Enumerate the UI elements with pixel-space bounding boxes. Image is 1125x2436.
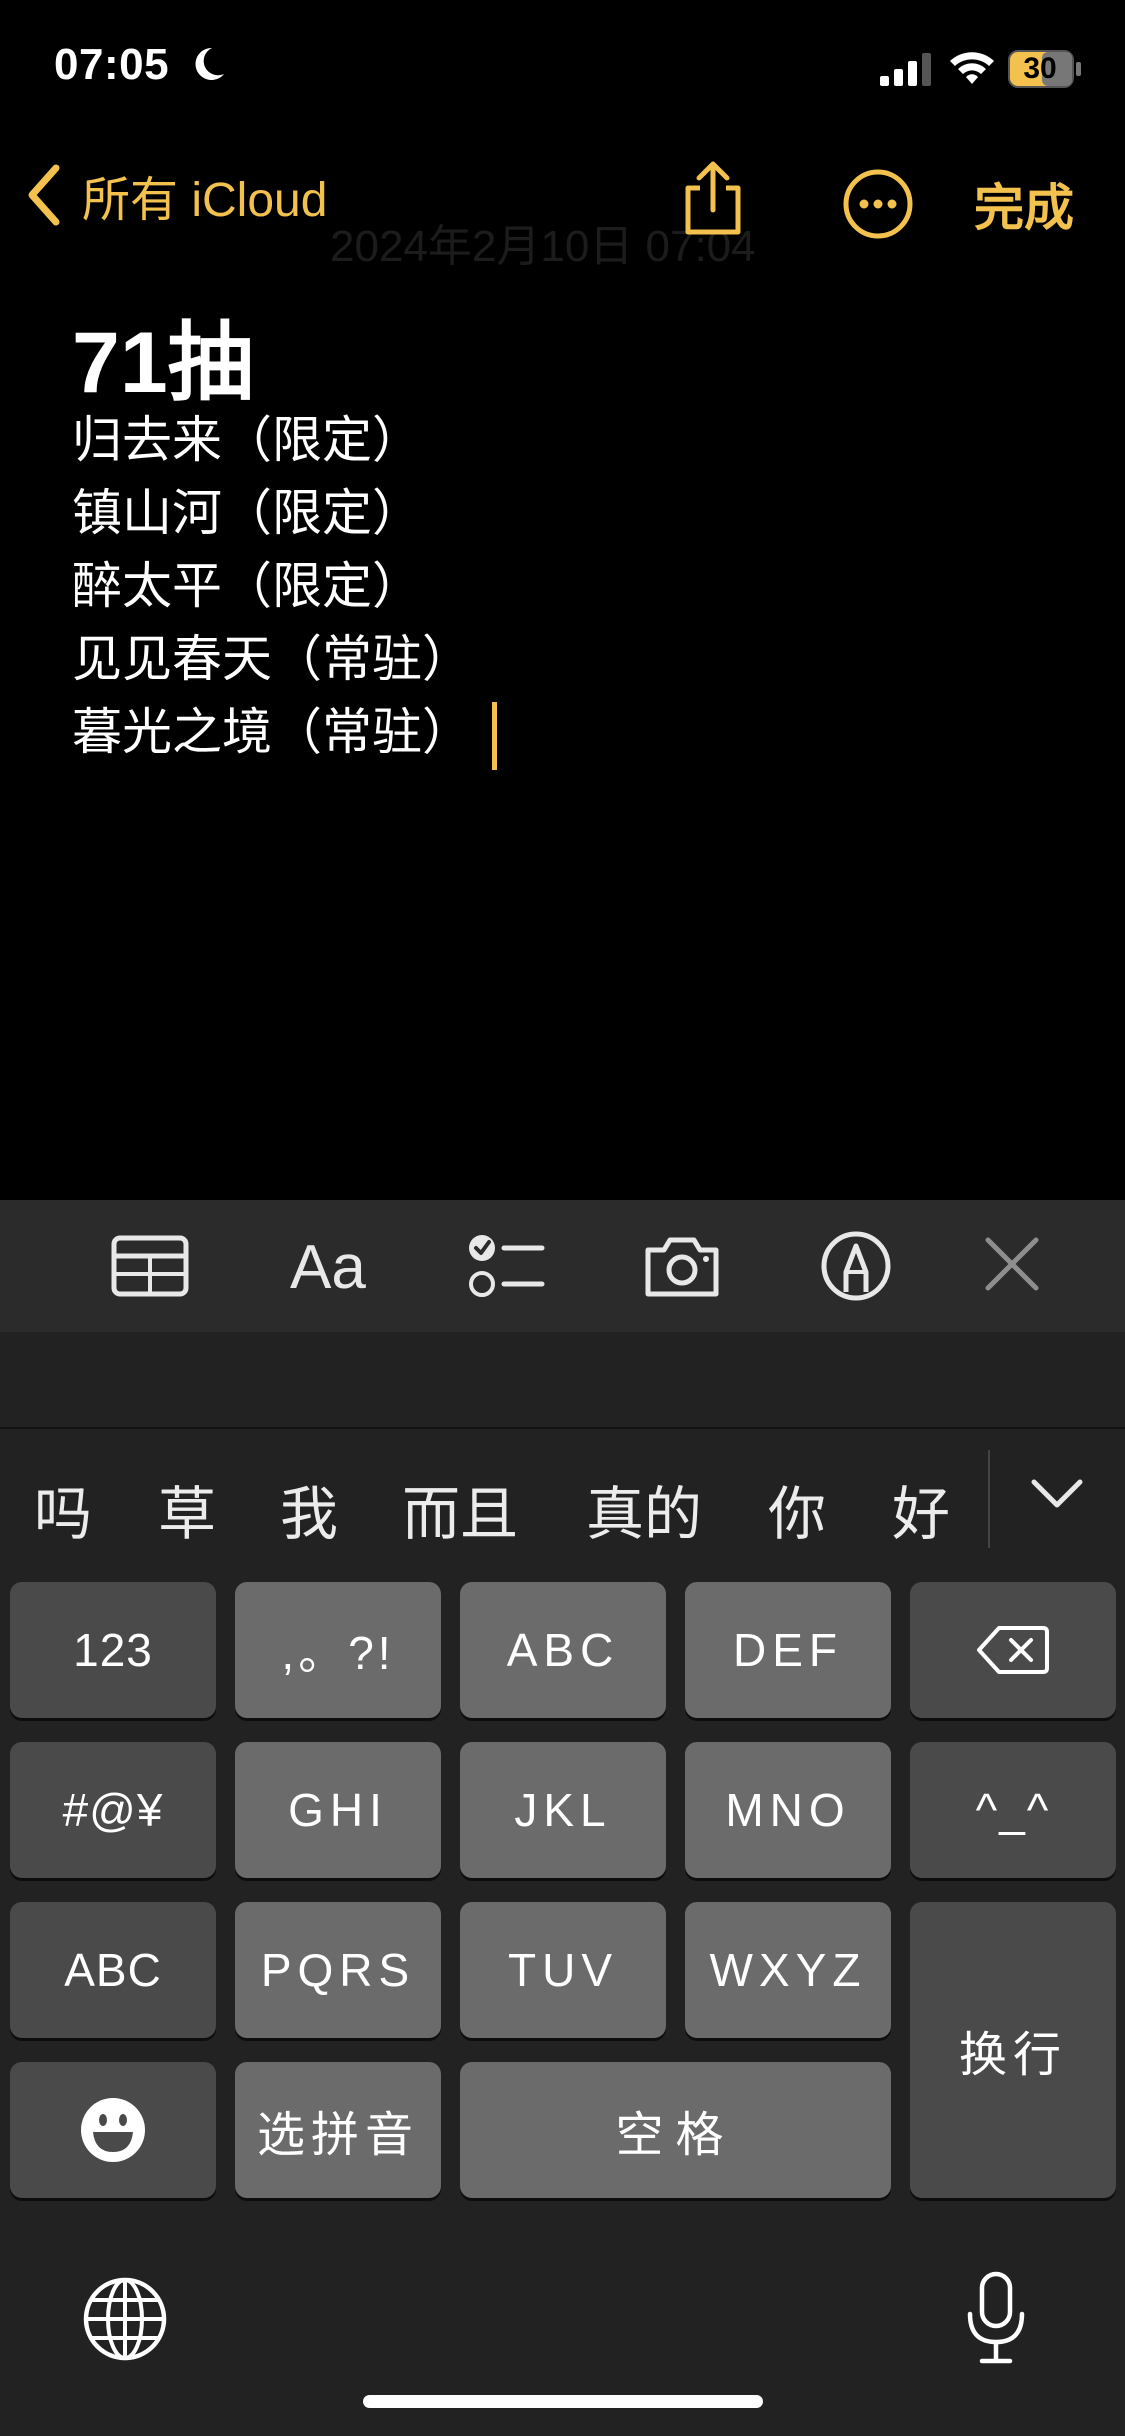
text-cursor xyxy=(492,701,497,770)
done-button[interactable]: 完成 xyxy=(974,168,1074,240)
candidate-item[interactable]: 好 xyxy=(892,1467,950,1551)
note-line: 归去来（限定） xyxy=(72,412,422,468)
key-select-pinyin[interactable]: 选拼音 xyxy=(235,2062,441,2198)
note-line-text: 暮光之境（常驻） xyxy=(72,704,472,760)
candidate-item[interactable]: 吗 xyxy=(34,1467,92,1551)
note-title[interactable]: 71抽 xyxy=(72,292,254,417)
table-icon[interactable] xyxy=(110,1230,190,1302)
candidate-divider xyxy=(988,1450,990,1548)
camera-icon[interactable] xyxy=(642,1230,722,1302)
candidate-item[interactable]: 而且 xyxy=(402,1467,518,1551)
candidate-bar: 吗 草 我 而且 真的 你 好 xyxy=(0,1429,1125,1575)
moon-icon xyxy=(195,47,224,80)
globe-icon[interactable] xyxy=(82,2276,168,2362)
emoji-icon xyxy=(81,2098,145,2162)
emoji-key[interactable] xyxy=(10,2062,216,2198)
key-def[interactable]: DEF xyxy=(685,1582,891,1718)
note-line: 见见春天（常驻） xyxy=(72,631,472,687)
cellular-signal-icon xyxy=(880,53,931,86)
key-tuv[interactable]: TUV xyxy=(460,1902,666,2038)
candidate-item[interactable]: 你 xyxy=(768,1467,826,1551)
battery-level: 30 xyxy=(1023,52,1057,85)
microphone-icon[interactable] xyxy=(966,2270,1026,2366)
delete-key[interactable] xyxy=(910,1582,1116,1718)
candidate-item[interactable]: 我 xyxy=(280,1467,338,1551)
chevron-left-icon xyxy=(28,164,60,226)
prediction-bar xyxy=(0,1332,1125,1428)
space-key[interactable]: 空格 xyxy=(460,2062,891,2198)
note-toolbar: Aa xyxy=(0,1200,1125,1332)
note-line: 镇山河（限定） xyxy=(72,485,422,541)
candidate-item[interactable]: 真的 xyxy=(586,1467,702,1551)
back-label: 所有 iCloud xyxy=(82,174,328,227)
key-mno[interactable]: MNO xyxy=(685,1742,891,1878)
key-punctuation[interactable]: ,。?! xyxy=(235,1582,441,1718)
home-indicator[interactable] xyxy=(363,2395,763,2408)
wifi-icon xyxy=(950,52,994,84)
text-format-button[interactable]: Aa xyxy=(290,1232,366,1303)
key-english[interactable]: ABC xyxy=(10,1902,216,2038)
key-emoticon[interactable]: ^_^ xyxy=(910,1742,1116,1878)
markup-pen-icon[interactable] xyxy=(816,1230,896,1302)
candidate-item[interactable]: 草 xyxy=(158,1467,216,1551)
backspace-icon xyxy=(977,1626,1049,1674)
close-icon[interactable] xyxy=(972,1230,1052,1302)
key-symbols[interactable]: #@¥ xyxy=(10,1742,216,1878)
chevron-down-icon[interactable] xyxy=(1026,1470,1088,1520)
key-pqrs[interactable]: PQRS xyxy=(235,1902,441,2038)
key-wxyz[interactable]: WXYZ xyxy=(685,1902,891,2038)
note-body[interactable]: 归去来（限定） 镇山河（限定） 醉太平（限定） 见见春天（常驻） 暮光之境（常驻… xyxy=(72,404,497,770)
key-123[interactable]: 123 xyxy=(10,1582,216,1718)
more-options-icon[interactable] xyxy=(842,168,914,240)
key-ghi[interactable]: GHI xyxy=(235,1742,441,1878)
back-button[interactable]: 所有 iCloud xyxy=(24,160,327,230)
note-line-last: 暮光之境（常驻） xyxy=(72,696,497,770)
status-time: 07:05 xyxy=(54,40,170,89)
checklist-icon[interactable] xyxy=(466,1230,546,1302)
return-key[interactable]: 换行 xyxy=(910,1902,1116,2198)
note-line: 醉太平（限定） xyxy=(72,558,422,614)
key-jkl[interactable]: JKL xyxy=(460,1742,666,1878)
share-icon[interactable] xyxy=(680,158,746,238)
key-abc[interactable]: ABC xyxy=(460,1582,666,1718)
